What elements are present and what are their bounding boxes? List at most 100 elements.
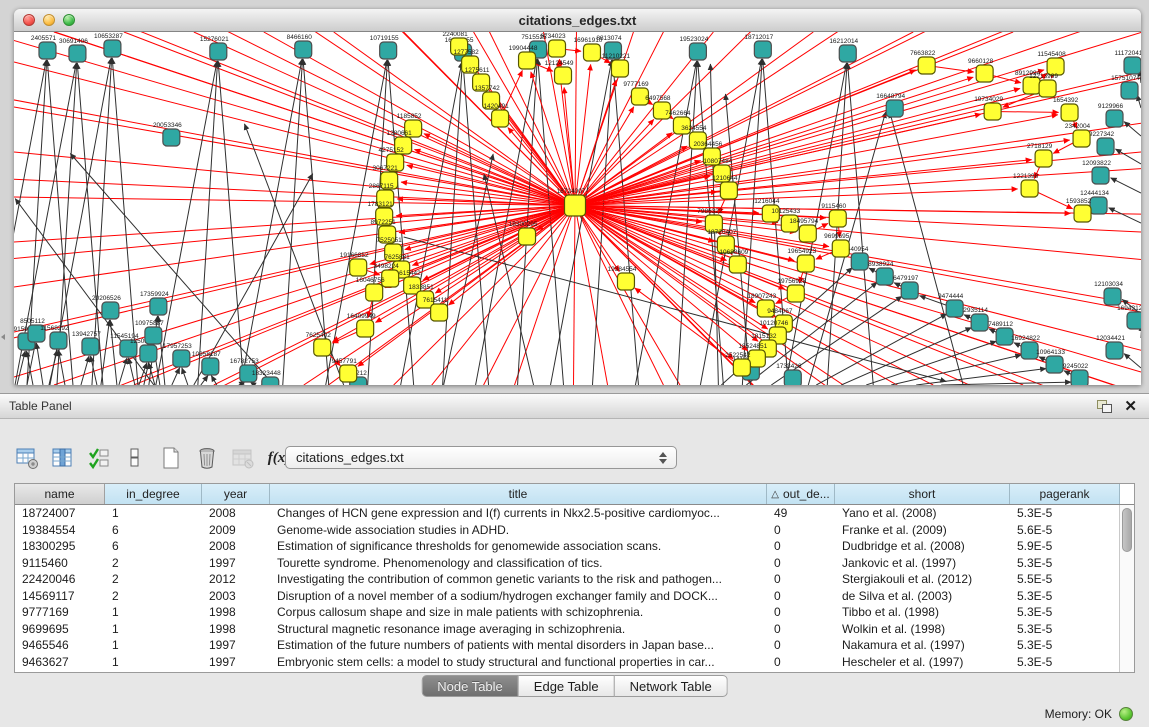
column-header-name[interactable]: name <box>15 484 105 504</box>
table-cell[interactable]: 1997 <box>202 654 270 671</box>
yellow-node[interactable]: 9457791 <box>332 358 358 382</box>
network-window[interactable]: citations_edges.txt 24055713069140610653… <box>14 9 1141 385</box>
yellow-node[interactable]: 16961910 <box>574 37 603 61</box>
yellow-node[interactable]: 19734029 <box>974 96 1003 120</box>
teal-node[interactable]: 12034421 <box>1096 335 1125 359</box>
table-cell[interactable]: 1998 <box>202 604 270 621</box>
teal-node[interactable]: 30691406 <box>59 38 88 62</box>
yellow-node[interactable]: 11210221 <box>602 53 631 77</box>
teal-node[interactable]: 20053346 <box>153 122 182 146</box>
teal-node[interactable]: 15751074 <box>1111 75 1140 99</box>
scrollbar-thumb[interactable] <box>1122 508 1132 552</box>
table-cell[interactable]: Investigating the contribution of common… <box>270 571 767 588</box>
teal-node[interactable]: 6479197 <box>893 275 919 299</box>
table-cell[interactable]: 18300295 <box>15 538 105 555</box>
table-cell[interactable]: Jankovic et al. (1997) <box>835 555 1010 572</box>
table-cell[interactable]: Embryonic stem cells: a model to study s… <box>270 654 767 671</box>
teal-node[interactable]: 7489112 <box>988 321 1013 345</box>
table-cell[interactable]: 49 <box>767 505 835 522</box>
table-cell[interactable]: Franke et al. (2009) <box>835 522 1010 539</box>
table-cell[interactable]: 0 <box>767 522 835 539</box>
teal-node[interactable]: 15276021 <box>200 36 229 60</box>
table-cell[interactable]: 0 <box>767 571 835 588</box>
yellow-node[interactable]: 9660128 <box>968 58 994 82</box>
teal-node[interactable]: 9129966 <box>1098 103 1124 127</box>
yellow-node[interactable]: 1420491 <box>483 103 509 127</box>
table-cell[interactable]: Stergiakouli et al. (2012) <box>835 571 1010 588</box>
yellow-node[interactable]: 1221398 <box>1013 173 1039 197</box>
table-cell[interactable]: 2008 <box>202 505 270 522</box>
teal-node[interactable]: 9227342 <box>1089 131 1115 155</box>
yellow-node[interactable]: 1593852 <box>1066 198 1092 222</box>
teal-node[interactable]: 10958187 <box>192 351 221 375</box>
table-cell[interactable]: 5.3E-5 <box>1010 621 1120 638</box>
table-cell[interactable]: 1 <box>105 654 202 671</box>
table-cell[interactable]: Estimation of significance thresholds fo… <box>270 538 767 555</box>
table-cell[interactable]: Structural magnetic resonance image aver… <box>270 621 767 638</box>
table-cell[interactable]: 19384554 <box>15 522 105 539</box>
table-cell[interactable]: 0 <box>767 621 835 638</box>
network-window-titlebar[interactable]: citations_edges.txt <box>14 9 1141 32</box>
table-row[interactable]: 969969511998Structural magnetic resonanc… <box>15 621 1119 638</box>
table-cell[interactable]: 18724007 <box>15 505 105 522</box>
column-header-pagerank[interactable]: pagerank <box>1010 484 1120 504</box>
table-cell[interactable]: Nakamura et al. (1997) <box>835 637 1010 654</box>
table-cell[interactable]: 22420046 <box>15 571 105 588</box>
yellow-node[interactable]: 1654392 <box>1053 97 1079 121</box>
teal-node[interactable]: 16212014 <box>829 38 858 62</box>
table-cell[interactable]: 6 <box>105 538 202 555</box>
yellow-node[interactable]: 2718129 <box>1027 143 1053 167</box>
yellow-node[interactable]: 16409949 <box>347 313 376 337</box>
teal-node[interactable]: 16943122 <box>1117 305 1141 329</box>
table-cell[interactable]: 5.3E-5 <box>1010 654 1120 671</box>
tab-network-table[interactable]: Network Table <box>615 675 728 697</box>
table-cell[interactable]: 0 <box>767 555 835 572</box>
column-header-short[interactable]: short <box>835 484 1010 504</box>
table-row[interactable]: 946554611997Estimation of the future num… <box>15 637 1119 654</box>
table-cell[interactable]: 9777169 <box>15 604 105 621</box>
teal-node[interactable]: 12103034 <box>1094 281 1123 305</box>
table-cell[interactable]: 1 <box>105 505 202 522</box>
table-cell[interactable]: 1 <box>105 604 202 621</box>
table-cell[interactable]: 9463627 <box>15 654 105 671</box>
table-cell[interactable]: de Silva et al. (2003) <box>835 588 1010 605</box>
table-cell[interactable]: Yano et al. (2008) <box>835 505 1010 522</box>
tab-edge-table[interactable]: Edge Table <box>519 675 615 697</box>
yellow-node[interactable]: 2522542 <box>725 352 751 376</box>
table-row[interactable]: 946362711997Embryonic stem cells: a mode… <box>15 654 1119 671</box>
float-panel-icon[interactable] <box>1097 400 1112 413</box>
close-window-icon[interactable] <box>23 14 35 26</box>
table-cell[interactable]: 2 <box>105 588 202 605</box>
table-cell[interactable]: Genome-wide association studies in ADHD. <box>270 522 767 539</box>
table-cell[interactable]: Tourette syndrome. Phenomenology and cla… <box>270 555 767 572</box>
table-cell[interactable]: 1997 <box>202 555 270 572</box>
table-options-icon[interactable] <box>14 445 40 471</box>
yellow-node[interactable]: 19904448 <box>509 45 538 69</box>
teal-node[interactable]: 18712017 <box>744 34 773 58</box>
network-canvas[interactable]: 2405571306914061065328715276021846616010… <box>14 32 1141 385</box>
teal-node[interactable]: 17957253 <box>163 343 192 367</box>
table-cell[interactable]: 1 <box>105 621 202 638</box>
table-cell[interactable]: Estimation of the future numbers of pati… <box>270 637 767 654</box>
table-cell[interactable]: 5.5E-5 <box>1010 571 1120 588</box>
table-cell[interactable]: 5.3E-5 <box>1010 604 1120 621</box>
yellow-node[interactable]: 2342004 <box>1065 123 1091 147</box>
table-cell[interactable]: Dudbridge et al. (2008) <box>835 538 1010 555</box>
table-cell[interactable]: 5.3E-5 <box>1010 588 1120 605</box>
teal-node[interactable]: 8466160 <box>287 34 313 58</box>
table-cell[interactable]: 2009 <box>202 522 270 539</box>
table-row[interactable]: 1872400712008Changes of HCN gene express… <box>15 505 1119 522</box>
table-cell[interactable]: 1997 <box>202 637 270 654</box>
table-cell[interactable]: 5.3E-5 <box>1010 505 1120 522</box>
table-cell[interactable]: 2003 <box>202 588 270 605</box>
table-panel-titlebar[interactable]: Table Panel ✕ <box>0 393 1149 419</box>
close-panel-icon[interactable]: ✕ <box>1124 400 1137 413</box>
yellow-node[interactable]: 19166852 <box>340 252 369 276</box>
yellow-node[interactable]: 1833851 <box>409 284 435 308</box>
table-cell[interactable]: 5.9E-5 <box>1010 538 1120 555</box>
column-header-title[interactable]: title <box>270 484 767 504</box>
table-cell[interactable]: 5.3E-5 <box>1010 637 1120 654</box>
teal-node[interactable]: 13942757 <box>72 331 101 355</box>
table-cell[interactable]: 1998 <box>202 621 270 638</box>
yellow-node[interactable]: 7625402 <box>306 332 332 356</box>
